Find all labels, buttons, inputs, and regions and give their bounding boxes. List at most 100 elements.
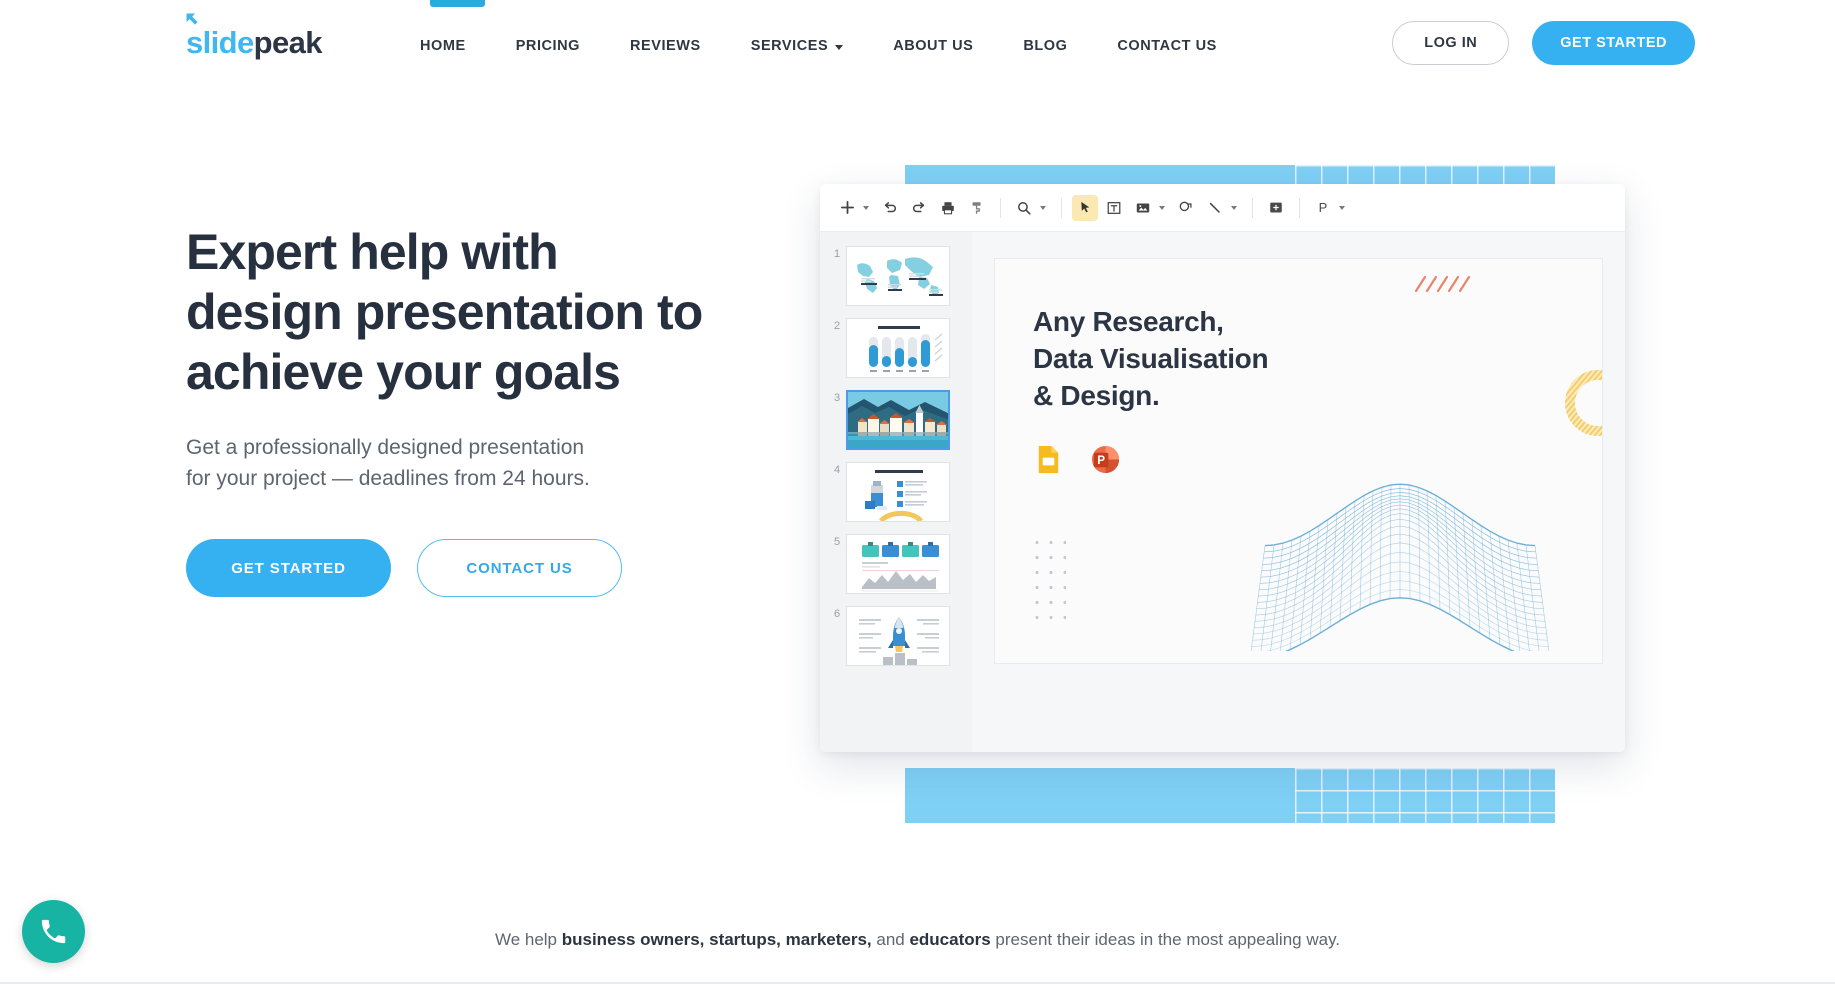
slide-thumbnail-kpi-chart[interactable]	[846, 534, 950, 594]
phone-icon	[41, 919, 66, 944]
hero-content: Expert help with design presentation to …	[186, 222, 806, 598]
site-logo[interactable]: slide peak	[186, 13, 323, 61]
surface-mesh-chart	[1250, 483, 1550, 651]
slide-thumbnail-rocket-infographic[interactable]	[846, 606, 950, 666]
toolbar-divider	[1061, 197, 1062, 218]
decor-blue-block-bottom	[905, 768, 1555, 823]
slide-thumbnail-coastal-town[interactable]	[846, 390, 950, 450]
nav-item-blog[interactable]: BLOG	[1023, 32, 1067, 60]
logo-text-slide: slide	[186, 25, 254, 60]
slide-thumbnail-world-map[interactable]	[846, 246, 950, 306]
redo-button[interactable]	[906, 195, 932, 221]
logo-arrow-icon	[186, 13, 198, 25]
site-header: slide peak HOME PRICING REVIEWS SERVICES …	[0, 0, 1835, 92]
slide-heading: Any Research, Data Visualisation & Desig…	[1033, 306, 1269, 412]
line-button[interactable]	[1202, 195, 1228, 221]
active-nav-indicator	[430, 0, 485, 7]
toolbar-divider	[1000, 197, 1001, 218]
nav-item-reviews[interactable]: REVIEWS	[630, 32, 701, 60]
chevron-down-icon	[835, 44, 844, 50]
world-map-icon	[847, 247, 949, 305]
decor-gold-ring-icon	[1565, 370, 1602, 436]
tagline-part-2: business owners, startups, marketers,	[561, 930, 872, 949]
chevron-down-icon[interactable]	[1231, 205, 1237, 210]
header-get-started-button[interactable]: GET STARTED	[1532, 21, 1695, 65]
transition-button[interactable]: P	[1310, 195, 1336, 221]
select-tool-button[interactable]	[1072, 194, 1098, 221]
tagline-part-1: We help	[494, 930, 562, 949]
chevron-down-icon[interactable]	[863, 205, 869, 210]
tagline: We help business owners, startups, marke…	[0, 930, 1835, 950]
powerpoint-icon: P	[1091, 445, 1120, 474]
presentation-editor-mockup: P 1 2 3 4 5 6 Any Research, Data Visuali…	[820, 150, 1650, 830]
login-button[interactable]: LOG IN	[1392, 21, 1510, 65]
nav-item-pricing[interactable]: PRICING	[516, 32, 580, 60]
hero-cta-group: GET STARTED CONTACT US	[186, 539, 806, 598]
shape-button[interactable]	[1173, 195, 1199, 221]
google-slides-icon	[1038, 445, 1059, 474]
svg-text:P: P	[1097, 454, 1105, 467]
nav-item-contact-us[interactable]: CONTACT US	[1117, 32, 1216, 60]
bar-chart-icon	[847, 319, 949, 377]
slide-thumbnail-panel[interactable]: 1 2 3 4 5 6	[820, 232, 972, 752]
text-box-button[interactable]	[1101, 195, 1127, 221]
slide-list-item[interactable]: 6	[820, 606, 972, 666]
nav-label-contact-us: CONTACT US	[1117, 38, 1217, 54]
hero-contact-us-button[interactable]: CONTACT US	[417, 539, 622, 598]
editor-window: P 1 2 3 4 5 6 Any Research, Data Visuali…	[820, 184, 1625, 752]
editor-body: 1 2 3 4 5 6 Any Research, Data Visualisa…	[820, 232, 1625, 752]
logo-text-peak: peak	[253, 25, 323, 60]
toolbar-divider	[1252, 197, 1253, 218]
slide-thumbnail-product-infographic[interactable]	[846, 462, 950, 522]
tagline-part-3: and	[871, 930, 910, 949]
app-icon-group: P	[1033, 444, 1121, 475]
main-navigation: HOME PRICING REVIEWS SERVICES ABOUT US B…	[420, 32, 1217, 60]
nav-label-blog: BLOG	[1023, 38, 1068, 54]
hero-title: Expert help with design presentation to …	[186, 224, 703, 400]
add-comment-button[interactable]	[1263, 195, 1289, 221]
paint-format-icon[interactable]	[964, 195, 990, 221]
nav-label-about-us: ABOUT US	[893, 38, 974, 54]
new-slide-button[interactable]	[834, 195, 860, 221]
landing-page: slide peak HOME PRICING REVIEWS SERVICES …	[0, 0, 1835, 984]
zoom-button[interactable]	[1011, 195, 1037, 221]
slide-number: 3	[833, 392, 841, 404]
toolbar-divider	[1299, 197, 1300, 218]
nav-item-home[interactable]: HOME	[420, 32, 466, 60]
slide-list-item[interactable]: 4	[820, 462, 972, 522]
decor-dot-grid	[1030, 535, 1066, 625]
nav-label-pricing: PRICING	[515, 38, 580, 54]
slide-thumbnail-bar-chart[interactable]	[846, 318, 950, 378]
hero-subtitle: Get a professionally designed presentati…	[186, 436, 590, 491]
chevron-down-icon[interactable]	[1040, 205, 1046, 210]
chevron-down-icon[interactable]	[1339, 205, 1345, 210]
header-actions: LOG IN GET STARTED	[1392, 21, 1695, 65]
decor-grid-bottom	[1295, 768, 1555, 823]
hero-get-started-button[interactable]: GET STARTED	[186, 539, 391, 598]
transition-label: P	[1318, 200, 1328, 215]
slide-number: 1	[833, 248, 841, 260]
active-slide-canvas[interactable]: Any Research, Data Visualisation & Desig…	[994, 258, 1603, 664]
nav-item-about-us[interactable]: ABOUT US	[893, 32, 973, 60]
decor-hatch-lines-icon	[1414, 275, 1471, 293]
chevron-down-icon[interactable]	[1159, 205, 1165, 210]
nav-item-services[interactable]: SERVICES	[751, 32, 844, 60]
nav-label-home: HOME	[420, 38, 466, 54]
slide-number: 2	[833, 320, 841, 332]
slide-number: 6	[833, 608, 841, 620]
rocket-infographic-icon	[847, 607, 949, 665]
slide-list-item[interactable]: 1	[820, 246, 972, 306]
undo-button[interactable]	[877, 195, 903, 221]
tagline-part-4: educators	[909, 930, 991, 949]
call-us-floating-button[interactable]	[22, 900, 85, 963]
slide-list-item[interactable]: 3	[820, 390, 972, 450]
slide-list-item[interactable]: 2	[820, 318, 972, 378]
product-infographic-icon	[847, 463, 949, 521]
tagline-part-5: present their ideas in the most appealin…	[990, 930, 1341, 949]
nav-label-reviews: REVIEWS	[629, 38, 701, 54]
slide-list-item[interactable]: 5	[820, 534, 972, 594]
insert-image-button[interactable]	[1130, 195, 1156, 221]
slide-canvas-area: Any Research, Data Visualisation & Desig…	[972, 232, 1625, 752]
print-button[interactable]	[935, 195, 961, 221]
coastal-town-illustration-icon	[848, 392, 948, 448]
